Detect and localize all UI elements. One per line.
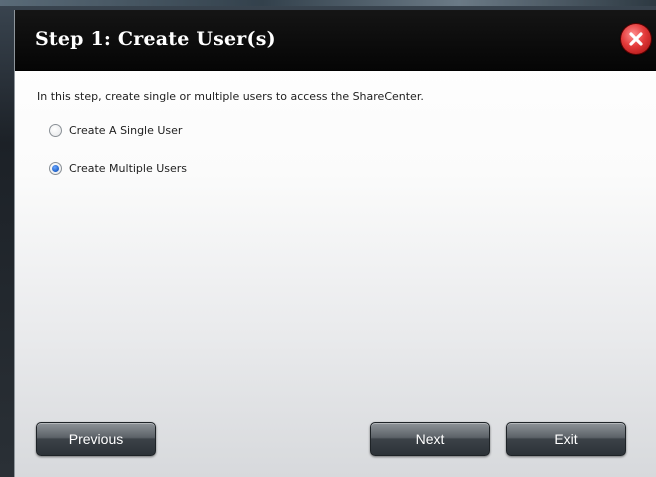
option-single-user[interactable]: Create A Single User — [49, 122, 182, 138]
wizard-dialog: Step 1: Create User(s) In this step, cre… — [14, 10, 656, 477]
previous-button[interactable]: Previous — [36, 422, 156, 456]
exit-button[interactable]: Exit — [506, 422, 626, 456]
background-strip — [0, 0, 656, 6]
dialog-title: Step 1: Create User(s) — [35, 28, 276, 50]
intro-text: In this step, create single or multiple … — [37, 90, 424, 103]
option-multiple-users[interactable]: Create Multiple Users — [49, 160, 187, 176]
option-label: Create Multiple Users — [69, 161, 188, 175]
close-button[interactable] — [621, 24, 651, 54]
close-icon — [629, 32, 643, 46]
next-button[interactable]: Next — [370, 422, 490, 456]
option-label: Create A Single User — [69, 123, 183, 137]
radio-single-user[interactable] — [49, 123, 62, 137]
dialog-titlebar: Step 1: Create User(s) — [15, 10, 656, 71]
radio-multiple-users[interactable] — [49, 161, 62, 175]
